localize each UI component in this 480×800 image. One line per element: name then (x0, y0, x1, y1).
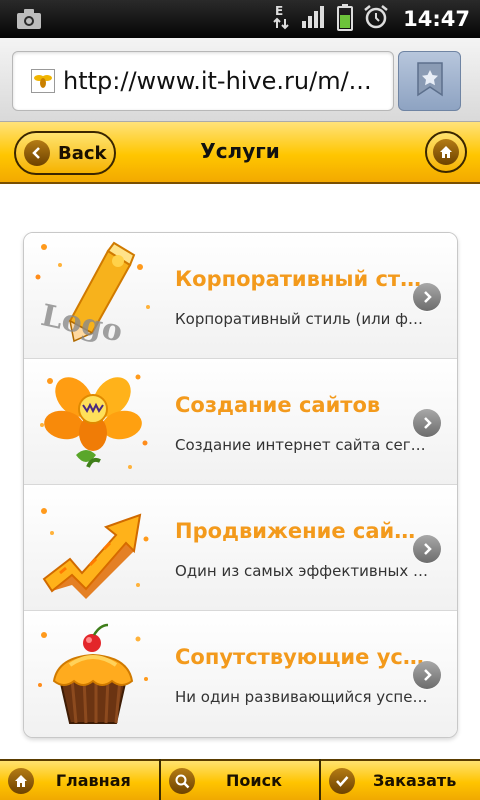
chevron-right-icon (413, 661, 441, 689)
search-icon (168, 767, 195, 794)
tab-label: Главная (55, 771, 131, 790)
chevron-right-icon (413, 409, 441, 437)
service-title: Корпоративный стиль (175, 267, 425, 291)
bottom-tab-bar: Главная Поиск Заказать (0, 759, 480, 800)
list-item-related-services[interactable]: Сопутствующие услуги Ни один развивающий… (24, 611, 457, 737)
favicon-icon (31, 69, 55, 93)
alarm-icon (363, 4, 389, 34)
clock: 14:47 (403, 7, 470, 31)
growth-arrow-icon (30, 489, 156, 607)
list-item-website-promotion[interactable]: Продвижение сайтов Один из самых эффекти… (24, 485, 457, 611)
url-text: http://www.it-hive.ru/m/... (63, 67, 372, 95)
screenshot-icon (16, 8, 42, 34)
network-e-icon: E (273, 3, 291, 35)
tab-home[interactable]: Главная (0, 759, 159, 800)
service-description: Ни один развивающийся успешный бизнес (175, 688, 430, 706)
tab-search[interactable]: Поиск (160, 759, 320, 800)
url-field[interactable]: http://www.it-hive.ru/m/... (12, 51, 394, 111)
bookmark-star-icon (415, 61, 445, 101)
list-item-corporate-style[interactable]: Logo Корпоративный стиль Корпоративный с… (24, 233, 457, 359)
service-title: Сопутствующие услуги (175, 645, 425, 669)
chevron-right-icon (413, 535, 441, 563)
check-icon (329, 767, 356, 794)
chevron-right-icon (413, 283, 441, 311)
tab-label: Поиск (226, 771, 282, 790)
service-description: Корпоративный стиль (или фирменный стиль… (175, 310, 430, 328)
home-icon (433, 139, 459, 165)
network-letter: E (275, 4, 283, 18)
screen: E 14:47 http://www.it-hive.ru/m/... Back… (0, 0, 480, 800)
battery-icon (337, 3, 354, 35)
services-list: Logo Корпоративный стиль Корпоративный с… (23, 232, 458, 738)
tab-order[interactable]: Заказать (321, 759, 480, 800)
service-title: Продвижение сайтов (175, 519, 425, 543)
bookmark-button[interactable] (398, 51, 461, 111)
service-description: Один из самых эффективных способов (175, 562, 430, 580)
logo-pencil-icon: Logo (30, 237, 156, 355)
page-title: Услуги (200, 139, 280, 163)
browser-toolbar: http://www.it-hive.ru/m/... (0, 38, 480, 122)
list-item-website-creation[interactable]: Создание сайтов Создание интернет сайта … (24, 359, 457, 485)
home-button[interactable] (425, 131, 467, 173)
flower-icon (30, 363, 156, 481)
svg-text:Logo: Logo (38, 298, 126, 349)
service-title: Создание сайтов (175, 393, 381, 417)
home-icon (8, 767, 34, 794)
app-header: Back Услуги (0, 122, 480, 184)
signal-icon (301, 5, 327, 33)
status-bar: E 14:47 (0, 0, 480, 38)
service-description: Создание интернет сайта сегодня (175, 436, 430, 454)
cupcake-icon (30, 615, 156, 733)
tab-label: Заказать (373, 771, 457, 790)
